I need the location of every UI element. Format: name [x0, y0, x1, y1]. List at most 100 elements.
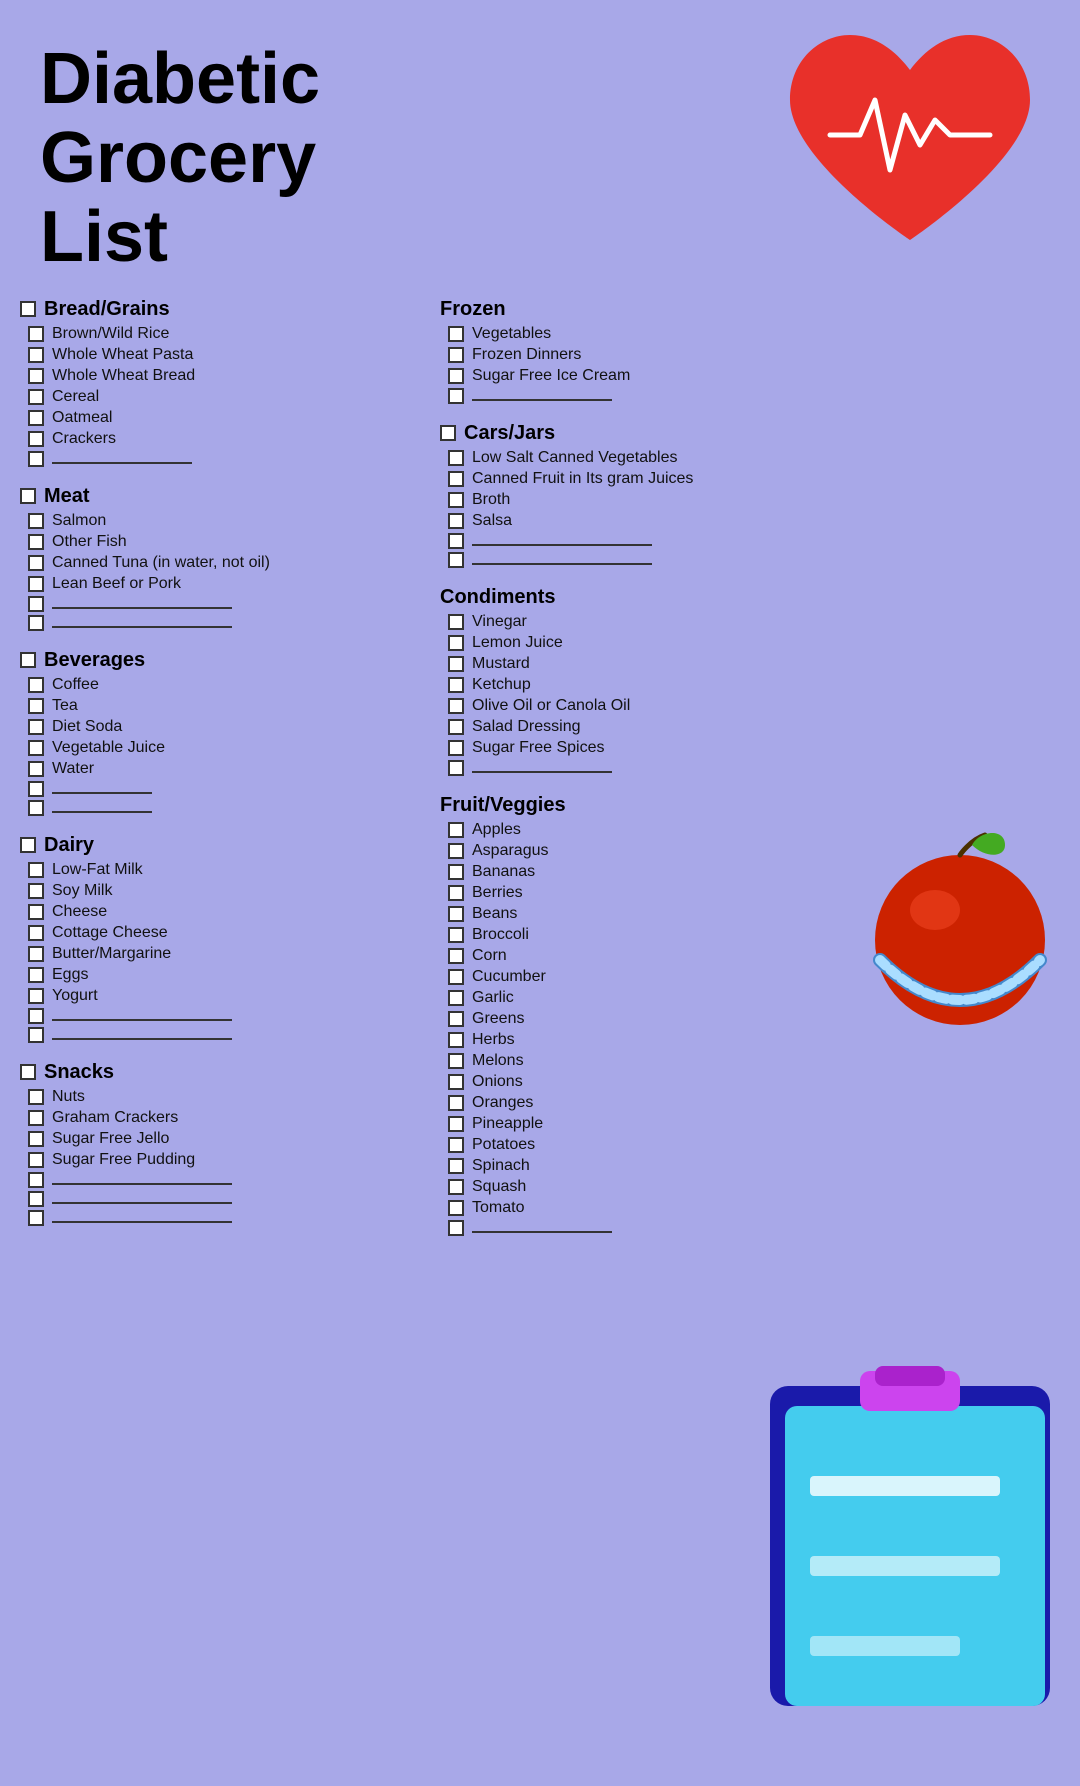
checkbox[interactable]: [28, 967, 44, 983]
checkbox[interactable]: [448, 388, 464, 404]
item-label: Crackers: [52, 430, 116, 448]
checkbox-snacks[interactable]: [20, 1064, 36, 1080]
checkbox[interactable]: [448, 635, 464, 651]
item-label: Berries: [472, 884, 523, 902]
checkbox[interactable]: [448, 719, 464, 735]
checkbox[interactable]: [448, 677, 464, 693]
checkbox[interactable]: [28, 904, 44, 920]
checkbox[interactable]: [28, 1008, 44, 1024]
checkbox[interactable]: [28, 1152, 44, 1168]
list-item: Salsa: [440, 512, 1060, 530]
item-label: Tomato: [472, 1199, 524, 1217]
checkbox[interactable]: [448, 1200, 464, 1216]
checkbox[interactable]: [28, 800, 44, 816]
checkbox-dairy[interactable]: [20, 837, 36, 853]
checkbox[interactable]: [28, 576, 44, 592]
checkbox[interactable]: [448, 656, 464, 672]
checkbox[interactable]: [28, 326, 44, 342]
checkbox[interactable]: [448, 1158, 464, 1174]
checkbox[interactable]: [28, 740, 44, 756]
checkbox[interactable]: [448, 1220, 464, 1236]
checkbox[interactable]: [28, 946, 44, 962]
checkbox[interactable]: [28, 1110, 44, 1126]
checkbox[interactable]: [28, 513, 44, 529]
checkbox[interactable]: [448, 552, 464, 568]
checkbox[interactable]: [448, 760, 464, 776]
item-label: Bananas: [472, 863, 535, 881]
checkbox[interactable]: [28, 431, 44, 447]
checkbox[interactable]: [448, 1095, 464, 1111]
checkbox[interactable]: [28, 1027, 44, 1043]
item-label: Melons: [472, 1052, 524, 1070]
checkbox-bread-grains[interactable]: [20, 301, 36, 317]
checkbox[interactable]: [448, 990, 464, 1006]
checkbox[interactable]: [448, 740, 464, 756]
item-label: Nuts: [52, 1088, 85, 1106]
checkbox[interactable]: [28, 862, 44, 878]
blank-item: [440, 388, 1060, 404]
checkbox[interactable]: [28, 615, 44, 631]
checkbox[interactable]: [448, 326, 464, 342]
checkbox[interactable]: [28, 698, 44, 714]
checkbox[interactable]: [28, 781, 44, 797]
checkbox[interactable]: [28, 534, 44, 550]
item-label: Whole Wheat Pasta: [52, 346, 193, 364]
checkbox[interactable]: [448, 927, 464, 943]
checkbox[interactable]: [448, 1137, 464, 1153]
checkbox[interactable]: [448, 885, 464, 901]
checkbox[interactable]: [448, 1053, 464, 1069]
checkbox[interactable]: [28, 761, 44, 777]
checkbox-beverages[interactable]: [20, 652, 36, 668]
section-title-meat: Meat: [44, 485, 90, 508]
item-label: Graham Crackers: [52, 1109, 178, 1127]
checkbox[interactable]: [448, 347, 464, 363]
right-column: Frozen Vegetables Frozen Dinners Sugar F…: [440, 298, 1060, 1254]
checkbox[interactable]: [448, 492, 464, 508]
checkbox[interactable]: [448, 1074, 464, 1090]
checkbox[interactable]: [448, 969, 464, 985]
checkbox[interactable]: [448, 698, 464, 714]
checkbox[interactable]: [448, 1116, 464, 1132]
item-label: Lean Beef or Pork: [52, 575, 181, 593]
checkbox[interactable]: [448, 1179, 464, 1195]
checkbox[interactable]: [28, 925, 44, 941]
checkbox-meat[interactable]: [20, 488, 36, 504]
section-title-cans-jars: Cars/Jars: [464, 422, 555, 445]
checkbox[interactable]: [28, 883, 44, 899]
checkbox[interactable]: [28, 988, 44, 1004]
blank-item: [440, 552, 1060, 568]
checkbox[interactable]: [28, 1089, 44, 1105]
checkbox[interactable]: [28, 347, 44, 363]
checkbox[interactable]: [28, 1172, 44, 1188]
item-label: Sugar Free Jello: [52, 1130, 169, 1148]
checkbox[interactable]: [448, 906, 464, 922]
checkbox[interactable]: [28, 368, 44, 384]
checkbox[interactable]: [448, 513, 464, 529]
item-label: Low Salt Canned Vegetables: [472, 449, 677, 467]
checkbox[interactable]: [28, 555, 44, 571]
list-item: Butter/Margarine: [20, 945, 440, 963]
checkbox[interactable]: [28, 389, 44, 405]
item-label: Broccoli: [472, 926, 529, 944]
checkbox[interactable]: [448, 614, 464, 630]
checkbox[interactable]: [448, 368, 464, 384]
checkbox[interactable]: [448, 843, 464, 859]
list-item: Oranges: [440, 1094, 1060, 1112]
checkbox[interactable]: [448, 1032, 464, 1048]
checkbox[interactable]: [28, 451, 44, 467]
checkbox[interactable]: [448, 1011, 464, 1027]
checkbox[interactable]: [448, 450, 464, 466]
checkbox[interactable]: [28, 719, 44, 735]
checkbox[interactable]: [28, 410, 44, 426]
checkbox[interactable]: [448, 864, 464, 880]
checkbox[interactable]: [28, 1210, 44, 1226]
checkbox[interactable]: [448, 471, 464, 487]
checkbox[interactable]: [28, 596, 44, 612]
checkbox[interactable]: [448, 533, 464, 549]
checkbox-cans-jars[interactable]: [440, 425, 456, 441]
checkbox[interactable]: [28, 677, 44, 693]
checkbox[interactable]: [28, 1131, 44, 1147]
checkbox[interactable]: [448, 948, 464, 964]
checkbox[interactable]: [448, 822, 464, 838]
checkbox[interactable]: [28, 1191, 44, 1207]
